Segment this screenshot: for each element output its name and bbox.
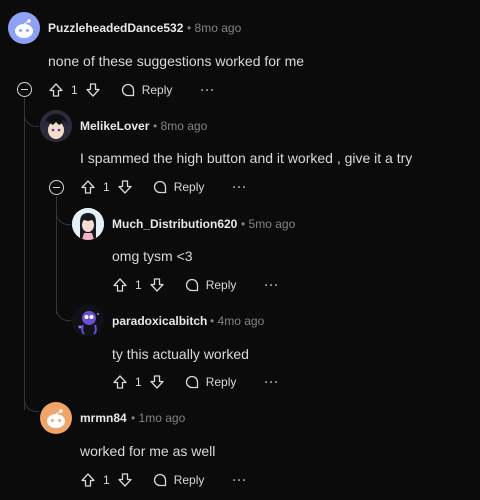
vote-count: 1 — [135, 375, 142, 389]
downvote-icon[interactable] — [116, 471, 134, 489]
separator-dot: • — [153, 119, 158, 133]
thread-connector — [56, 210, 71, 225]
snoo-avatar-icon — [15, 19, 33, 38]
comment-bubble-icon — [153, 473, 166, 487]
avatar[interactable] — [72, 208, 104, 240]
reply-button[interactable]: Reply — [184, 277, 237, 293]
comment-actions: 1 Reply ··· — [111, 275, 279, 295]
more-options-button[interactable]: ··· — [264, 375, 279, 389]
downvote-icon[interactable] — [148, 276, 166, 294]
reply-button[interactable]: Reply — [184, 374, 237, 390]
collapse-thread-button[interactable] — [17, 82, 32, 97]
comment-bubble-icon — [185, 278, 198, 292]
downvote-icon[interactable] — [84, 81, 102, 99]
comment-actions: 1 Reply ··· — [111, 372, 279, 392]
downvote-icon[interactable] — [148, 373, 166, 391]
reply-label: Reply — [141, 83, 173, 97]
user-avatar-icon — [72, 208, 104, 240]
comment-actions: 1 Reply ··· — [79, 177, 247, 197]
reply-button[interactable]: Reply — [152, 472, 205, 488]
comment-text: ty this actually worked — [112, 346, 249, 362]
upvote-icon[interactable] — [79, 471, 97, 489]
thread-line-root — [24, 98, 25, 410]
user-avatar-icon — [72, 305, 104, 337]
vote-count: 1 — [135, 278, 142, 292]
reply-label: Reply — [205, 278, 237, 292]
comment-text: I spammed the high button and it worked … — [80, 150, 413, 166]
more-options-button[interactable]: ··· — [232, 473, 247, 487]
comment-time[interactable]: 1mo ago — [139, 411, 186, 425]
separator-dot: • — [131, 411, 136, 425]
reply-button[interactable]: Reply — [152, 179, 205, 195]
comment-meta: • 1mo ago — [131, 411, 185, 425]
comment-time[interactable]: 5mo ago — [249, 217, 296, 231]
comment-time[interactable]: 8mo ago — [161, 119, 208, 133]
more-options-button[interactable]: ··· — [264, 278, 279, 292]
thread-connector — [56, 306, 71, 321]
downvote-icon[interactable] — [116, 178, 134, 196]
comment-meta: • 8mo ago — [153, 119, 207, 133]
comment-text: omg tysm <3 — [112, 248, 193, 264]
comment-bubble-icon — [185, 375, 198, 389]
comment-username[interactable]: Much_Distribution620 — [112, 217, 237, 231]
comment-username[interactable]: mrmn84 — [80, 411, 127, 425]
vote-count: 1 — [103, 180, 110, 194]
avatar[interactable] — [72, 305, 104, 337]
vote-count: 1 — [103, 473, 110, 487]
comment-time[interactable]: 8mo ago — [195, 21, 242, 35]
comment-meta: • 8mo ago — [187, 21, 241, 35]
collapse-thread-button[interactable] — [49, 180, 64, 195]
upvote-icon[interactable] — [111, 373, 129, 391]
comment-actions: 1 Reply ··· — [79, 470, 247, 490]
separator-dot: • — [241, 217, 246, 231]
comment-text: worked for me as well — [80, 443, 216, 459]
vote-count: 1 — [71, 83, 78, 97]
comment-time[interactable]: 4mo ago — [218, 314, 265, 328]
comment-username[interactable]: paradoxicalbitch — [112, 314, 207, 328]
snoo-avatar-icon — [47, 409, 65, 428]
user-avatar-icon — [40, 110, 72, 142]
more-options-button[interactable]: ··· — [232, 180, 247, 194]
avatar[interactable] — [8, 12, 40, 44]
upvote-icon[interactable] — [79, 178, 97, 196]
comment-meta: • 5mo ago — [241, 217, 295, 231]
comment-text: none of these suggestions worked for me — [48, 53, 305, 69]
reply-label: Reply — [173, 473, 205, 487]
reply-label: Reply — [205, 375, 237, 389]
comment-bubble-icon — [153, 180, 166, 194]
avatar[interactable] — [40, 110, 72, 142]
more-options-button[interactable]: ··· — [200, 83, 215, 97]
upvote-icon[interactable] — [111, 276, 129, 294]
separator-dot: • — [210, 314, 215, 328]
separator-dot: • — [187, 21, 192, 35]
upvote-icon[interactable] — [47, 81, 65, 99]
avatar[interactable] — [40, 402, 72, 434]
comment-bubble-icon — [121, 83, 134, 97]
reply-label: Reply — [173, 180, 205, 194]
comment-meta: • 4mo ago — [210, 314, 264, 328]
reply-button[interactable]: Reply — [120, 82, 173, 98]
comment-username[interactable]: PuzzleheadedDance532 — [48, 21, 183, 35]
thread-connector — [24, 112, 39, 127]
thread-connector — [24, 397, 39, 412]
comment-username[interactable]: MelikeLover — [80, 119, 149, 133]
comment-actions: 1 Reply ··· — [47, 80, 215, 100]
